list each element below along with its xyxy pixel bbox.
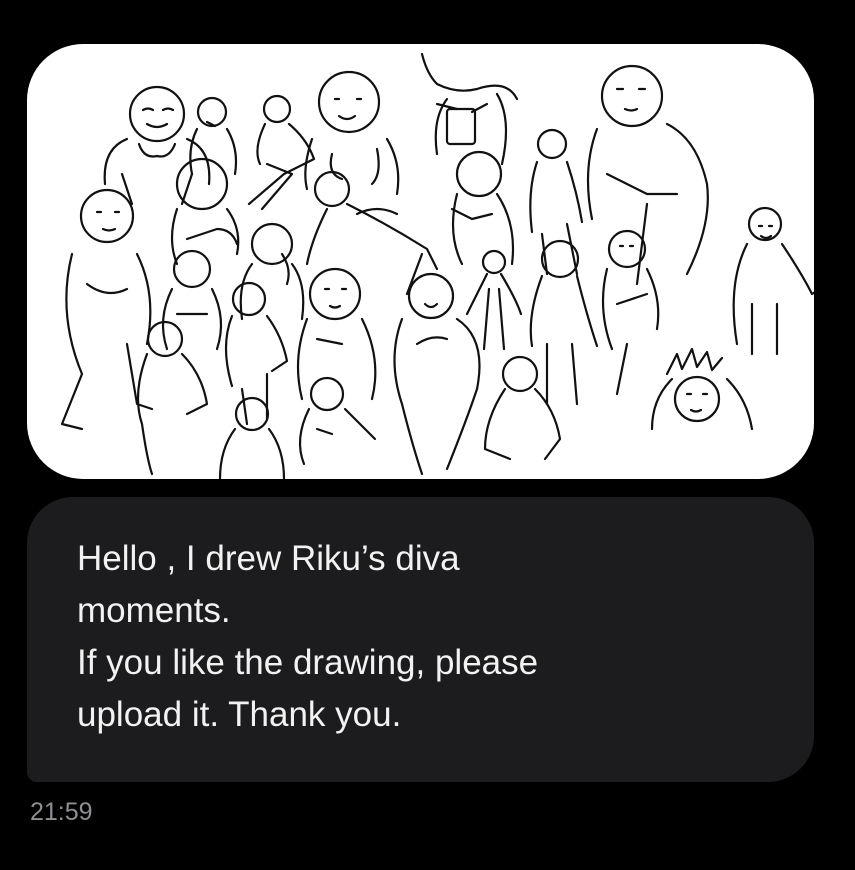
sketch-figure [393, 272, 481, 476]
sketch-figure [483, 355, 562, 461]
sketch-figure [420, 52, 519, 166]
sketch-figure [296, 267, 377, 401]
message-timestamp: 21:59 [30, 798, 93, 826]
sketch-figure [465, 249, 523, 351]
image-message[interactable] [27, 44, 814, 479]
sketch-figure [450, 150, 515, 266]
sketch-image [60, 52, 814, 479]
sketch-figure [304, 70, 400, 196]
sketch-figure [224, 281, 289, 426]
sketch-figure [650, 347, 754, 431]
sketch-figure [218, 396, 286, 479]
sketch-figure [305, 170, 439, 296]
sketch-figure [170, 157, 240, 266]
sketch-figure [161, 249, 223, 351]
sketch-figure [298, 376, 377, 466]
sketch-figure [247, 94, 316, 211]
sketch-figure [601, 229, 660, 396]
chat-screen: Hello , I drew Riku’s diva moments. If y… [0, 0, 855, 870]
text-message-bubble[interactable]: Hello , I drew Riku’s diva moments. If y… [27, 497, 814, 782]
sketch-figure [529, 128, 584, 276]
sketch-figure [586, 64, 709, 286]
sketch-figure [136, 320, 209, 476]
sketch-figure [239, 222, 305, 321]
sketch-figure [529, 239, 599, 406]
message-text: Hello , I drew Riku’s diva moments. If y… [77, 539, 539, 734]
sketch-figure [103, 85, 211, 206]
sketch-figure [732, 206, 814, 356]
